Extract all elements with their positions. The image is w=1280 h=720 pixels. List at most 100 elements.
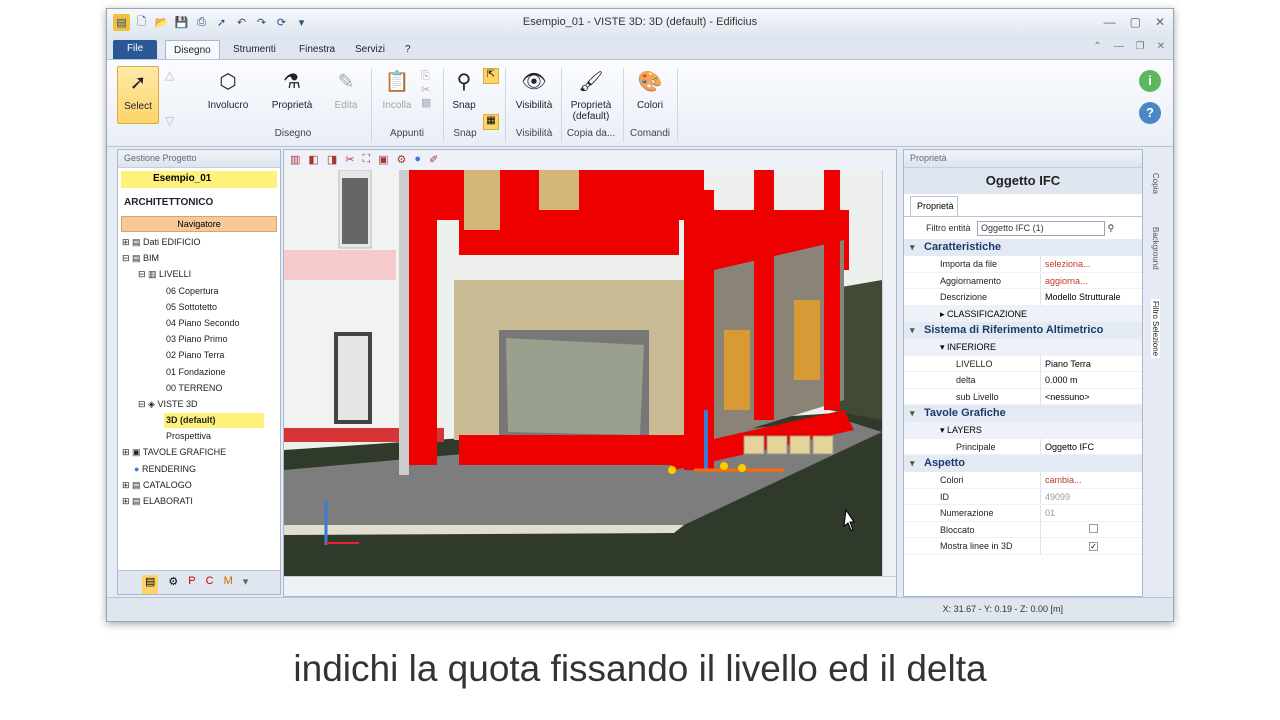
tree-item[interactable]: ● RENDERING — [118, 462, 280, 478]
select-button[interactable]: ➚ Select — [117, 66, 159, 124]
info-icon[interactable]: i — [1139, 70, 1161, 92]
side-tab-background[interactable]: Background — [1151, 227, 1160, 270]
numerazione-value[interactable]: 01 — [1040, 505, 1142, 521]
ribbon-separator — [443, 68, 444, 142]
close-icon[interactable]: ✕ — [1155, 15, 1165, 29]
shade-icon[interactable]: ◨ — [327, 153, 337, 167]
tab-finestra[interactable]: Finestra — [291, 40, 343, 59]
livello-value[interactable]: Piano Terra — [1040, 355, 1142, 371]
help-icon[interactable]: ? — [1139, 102, 1161, 124]
zoom-extents-icon[interactable]: ⛶ — [362, 153, 370, 167]
c-icon[interactable]: C — [206, 575, 214, 594]
tab-help[interactable]: ? — [397, 40, 419, 59]
tree-item[interactable]: ⊞ ▣ TAVOLE GRAFICHE — [118, 445, 280, 461]
prop-row: Principale Oggetto IFC — [904, 438, 1142, 455]
orbit-icon[interactable]: ⚙ — [397, 153, 407, 167]
tab-strumenti[interactable]: Strumenti — [225, 40, 284, 59]
file-menu[interactable]: File — [113, 40, 157, 59]
tree-item[interactable]: 00 TERRENO — [118, 381, 280, 397]
snap-button[interactable]: ⚲ Snap — [447, 66, 481, 112]
navigator-bar[interactable]: Navigatore — [121, 216, 277, 232]
subsection-layers[interactable]: ▾ LAYERS — [904, 422, 1142, 439]
m-icon[interactable]: M — [224, 575, 233, 594]
snap-mode-icon[interactable]: ⇱ — [483, 68, 499, 84]
importa-value[interactable]: seleziona... — [1040, 256, 1142, 272]
filter-select[interactable]: Oggetto IFC (1) — [977, 221, 1106, 236]
tree-item-selected[interactable]: 3D (default) — [118, 413, 280, 429]
principale-value[interactable]: Oggetto IFC — [1040, 438, 1142, 454]
tree-item[interactable]: ⊟ ▥ LIVELLI — [118, 267, 280, 283]
section-icon[interactable]: ▣ — [378, 153, 388, 167]
vertical-scrollbar[interactable] — [882, 170, 896, 578]
project-name[interactable]: Esempio_01 — [121, 171, 277, 188]
descrizione-value[interactable]: Modello Strutturale — [1040, 289, 1142, 305]
tree-item[interactable]: ⊞ ▤ CATALOGO — [118, 478, 280, 494]
section-caratteristiche[interactable]: Caratteristiche — [904, 239, 1142, 256]
involucro-button[interactable]: ⬡ Involucro — [203, 66, 253, 112]
eye-icon: 👁 — [521, 70, 547, 93]
tree-item[interactable]: ⊟ ◈ VISTE 3D — [118, 397, 280, 413]
ribbon-collapse-icon[interactable]: ⌃ — [1093, 41, 1101, 52]
tools-icon[interactable]: ⚙ — [168, 575, 178, 594]
tab-proprieta[interactable]: Proprietà — [910, 196, 958, 216]
paint-icon[interactable]: ✐ — [429, 153, 438, 167]
project-icon[interactable]: ▤ — [142, 575, 159, 594]
viewport-toolbar: ▥ ◧ ◨ ✂ ⛶ ▣ ⚙ ● ✐ — [284, 150, 896, 170]
delta-value[interactable]: 0.000 m — [1040, 372, 1142, 388]
doc-restore-icon[interactable]: ❐ — [1136, 41, 1145, 52]
tree-item[interactable]: 06 Copertura — [118, 284, 280, 300]
tab-servizi[interactable]: Servizi — [347, 40, 393, 59]
prop-row: Aggiornamento aggiorna... — [904, 272, 1142, 289]
document-controls: ⌃ — ❐ ✕ — [1093, 41, 1165, 52]
horizontal-scrollbar[interactable] — [284, 576, 896, 596]
cut-icon[interactable]: ✂ — [345, 153, 354, 167]
render-icon[interactable]: ◧ — [308, 153, 318, 167]
minimize-icon[interactable]: — — [1104, 15, 1116, 29]
colori-value[interactable]: cambia... — [1040, 472, 1142, 488]
tree-item[interactable]: ⊞ ▤ ELABORATI — [118, 494, 280, 510]
subsection-classificazione[interactable]: ▸ CLASSIFICAZIONE — [904, 305, 1142, 322]
p-icon[interactable]: P — [188, 575, 195, 594]
prop-row: Numerazione 01 — [904, 505, 1142, 522]
proprieta-button[interactable]: ⚗ Proprietà — [267, 66, 317, 112]
tree-item[interactable]: ⊟ ▤ BIM — [118, 251, 280, 267]
aggiorna-value[interactable]: aggiorna... — [1040, 272, 1142, 288]
filter-label: Filtro entità — [926, 222, 971, 233]
grid-snap-icon[interactable]: ▦ — [483, 114, 499, 130]
doc-close-icon[interactable]: ✕ — [1157, 41, 1165, 52]
visibilita-button[interactable]: 👁 Visibilità — [511, 66, 557, 112]
filter-icon[interactable]: ⚲ — [1108, 223, 1115, 233]
section-sistema[interactable]: Sistema di Riferimento Altimetrico — [904, 322, 1142, 339]
section-aspetto[interactable]: Aspetto — [904, 455, 1142, 472]
section-architettonico[interactable]: ARCHITETTONICO — [118, 191, 280, 214]
more-icon[interactable]: ▾ — [243, 575, 249, 594]
section-tavole[interactable]: Tavole Grafiche — [904, 405, 1142, 422]
tree-item[interactable]: ⊞ ▤ Dati EDIFICIO — [118, 235, 280, 251]
project-panel: Gestione Progetto Esempio_01 ARCHITETTON… — [117, 149, 281, 595]
tree-item[interactable]: 04 Piano Secondo — [118, 316, 280, 332]
viewport-3d[interactable]: ▥ ◧ ◨ ✂ ⛶ ▣ ⚙ ● ✐ — [283, 149, 897, 597]
edita-button[interactable]: ✎ Edita — [329, 66, 363, 112]
tree-item[interactable]: 05 Sottotetto — [118, 300, 280, 316]
maximize-icon[interactable]: ▢ — [1130, 15, 1141, 29]
doc-minimize-icon[interactable]: — — [1114, 41, 1124, 52]
tree-item[interactable]: Prospettiva — [118, 429, 280, 445]
tree-item[interactable]: 03 Piano Primo — [118, 332, 280, 348]
colori-button[interactable]: 🎨 Colori — [629, 66, 671, 112]
tree-item[interactable]: 02 Piano Terra — [118, 348, 280, 364]
globe-icon[interactable]: ● — [414, 153, 421, 167]
side-tab-filtro[interactable]: Filtro Selezione — [1151, 299, 1160, 359]
sublivello-value[interactable]: <nessuno> — [1040, 388, 1142, 404]
layout-icon[interactable]: ▥ — [290, 153, 300, 167]
bloccato-checkbox[interactable] — [1089, 523, 1098, 533]
incolla-button[interactable]: 📋 Incolla — [377, 66, 417, 112]
mostra-linee-checkbox[interactable]: ✓ — [1089, 542, 1098, 551]
tree-item[interactable]: 01 Fondazione — [118, 365, 280, 381]
status-bar: X: 31.67 - Y: 0.19 - Z: 0.00 [m] — [107, 597, 1173, 621]
tab-disegno[interactable]: Disegno — [165, 40, 220, 59]
prop-row: Descrizione Modello Strutturale — [904, 289, 1142, 306]
properties-panel-header: Proprietà — [904, 150, 1142, 168]
side-tab-copia[interactable]: Copia — [1151, 173, 1160, 194]
subsection-inferiore[interactable]: ▾ INFERIORE — [904, 339, 1142, 356]
proprieta-default-button[interactable]: 🖌 Proprietà (default) — [565, 66, 617, 123]
